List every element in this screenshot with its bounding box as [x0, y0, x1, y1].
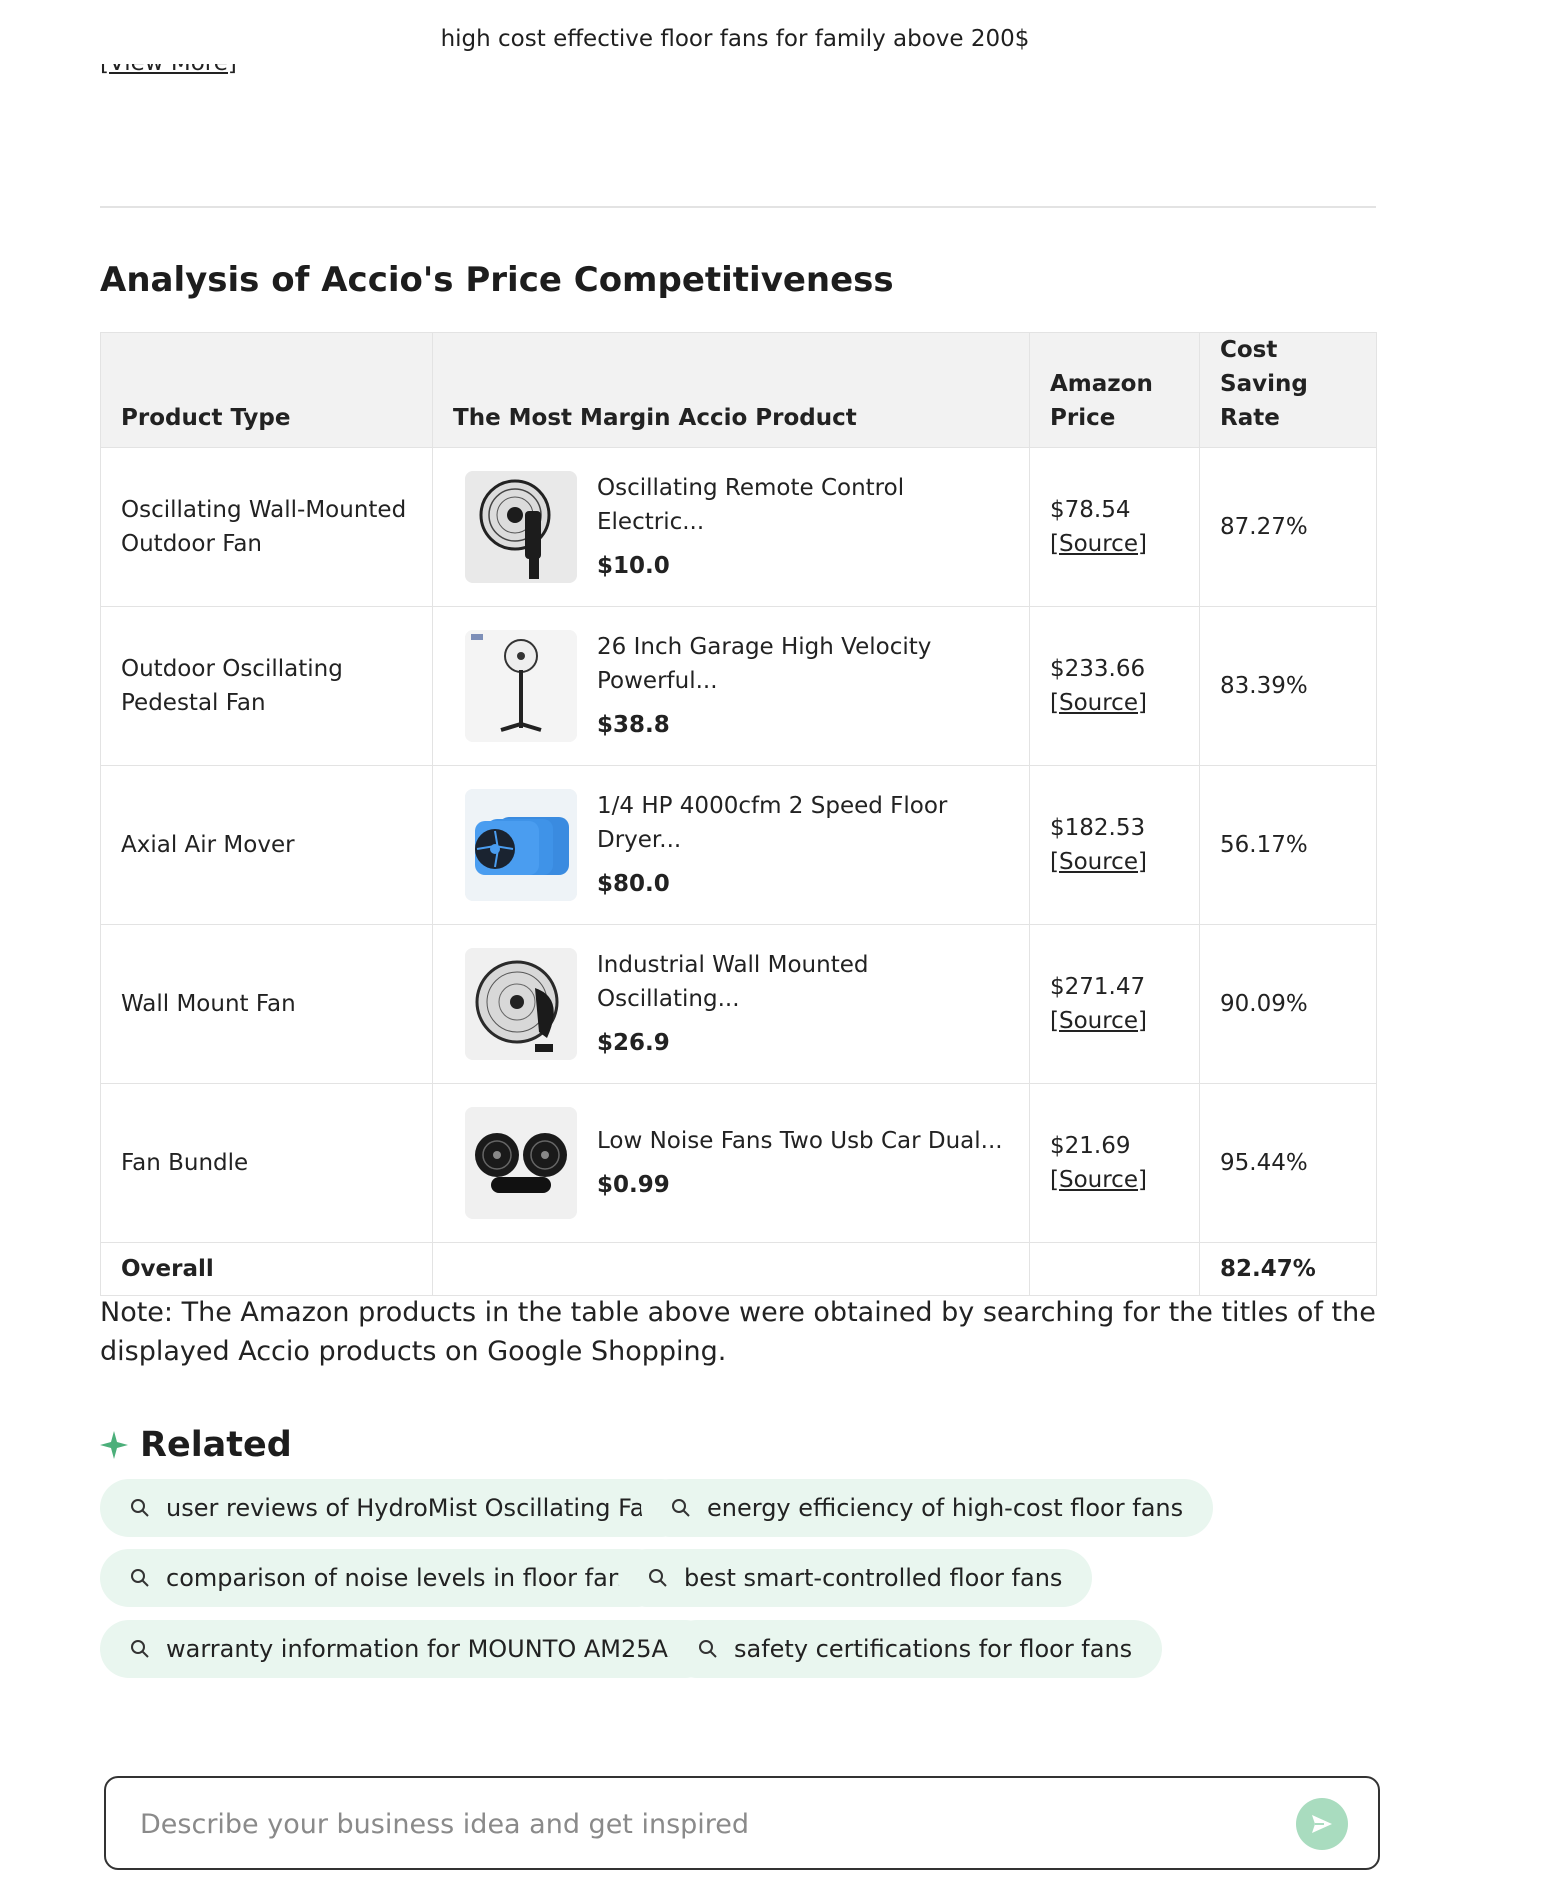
price-comparison-table: Product Type The Most Margin Accio Produ… [100, 332, 1377, 1296]
search-icon [699, 1640, 717, 1658]
saving-rate-cell: 95.44% [1199, 1083, 1377, 1243]
empty-cell [1029, 1242, 1200, 1296]
header-accio-product: The Most Margin Accio Product [432, 332, 1030, 448]
amazon-price-cell: $233.66 [Source] [1029, 606, 1200, 766]
product-name[interactable]: Low Noise Fans Two Usb Car Dual... [597, 1124, 1003, 1158]
related-header: Related [100, 1425, 292, 1465]
product-name[interactable]: Oscillating Remote Control Electric... [597, 471, 1009, 539]
related-chip-label: best smart-controlled floor fans [684, 1564, 1063, 1592]
table-row: Oscillating Wall-Mounted Outdoor Fan Osc… [100, 447, 1377, 607]
accio-product-cell: Industrial Wall Mounted Oscillating... $… [432, 924, 1030, 1084]
amazon-price-cell: $271.47 [Source] [1029, 924, 1200, 1084]
header-product-type: Product Type [100, 332, 433, 448]
amazon-price: $78.54 [1050, 497, 1131, 523]
search-icon [131, 1499, 149, 1517]
related-chip[interactable]: safety certifications for floor fans [668, 1620, 1163, 1678]
overall-rate: 82.47% [1199, 1242, 1377, 1296]
accio-product-cell: 26 Inch Garage High Velocity Powerful...… [432, 606, 1030, 766]
search-icon [649, 1569, 667, 1587]
send-button[interactable] [1296, 1798, 1348, 1850]
product-name[interactable]: 1/4 HP 4000cfm 2 Speed Floor Dryer... [597, 789, 1009, 857]
query-title: high cost effective floor fans for famil… [440, 26, 1030, 52]
wall-fan-image[interactable] [465, 471, 577, 583]
air-mover-image[interactable] [465, 789, 577, 901]
amazon-price: $233.66 [1050, 656, 1146, 682]
saving-rate-cell: 87.27% [1199, 447, 1377, 607]
related-title: Related [140, 1425, 292, 1465]
table-note: Note: The Amazon products in the table a… [100, 1297, 1376, 1367]
related-chip[interactable]: comparison of noise levels in floor fans [100, 1549, 666, 1607]
accio-product-cell: 1/4 HP 4000cfm 2 Speed Floor Dryer... $8… [432, 765, 1030, 925]
section-divider [100, 206, 1376, 208]
product-price: $10.0 [597, 553, 670, 579]
product-name[interactable]: 26 Inch Garage High Velocity Powerful... [597, 630, 1009, 698]
chat-input[interactable] [138, 1802, 1242, 1846]
amazon-price: $21.69 [1050, 1133, 1131, 1159]
pedestal-fan-image[interactable] [465, 630, 577, 742]
amazon-price: $182.53 [1050, 815, 1146, 841]
empty-cell [432, 1242, 1030, 1296]
amazon-price-cell: $21.69 [Source] [1029, 1083, 1200, 1243]
saving-rate-cell: 90.09% [1199, 924, 1377, 1084]
source-link[interactable]: [Source] [1050, 1008, 1147, 1034]
dual-car-fan-image[interactable] [465, 1107, 577, 1219]
related-chip[interactable]: warranty information for MOUNTO AM25AX [100, 1620, 715, 1678]
send-icon [1312, 1815, 1332, 1833]
amazon-price-cell: $182.53 [Source] [1029, 765, 1200, 925]
related-chip[interactable]: energy efficiency of high-cost floor fan… [641, 1479, 1214, 1537]
product-price: $0.99 [597, 1172, 670, 1198]
product-price: $80.0 [597, 871, 670, 897]
related-chip-label: user reviews of HydroMist Oscillating Fa… [166, 1494, 660, 1522]
section-title: Analysis of Accio's Price Competitivenes… [100, 260, 894, 300]
search-icon [131, 1569, 149, 1587]
industrial-wall-fan-image[interactable] [465, 948, 577, 1060]
table-row: Fan Bundle Low Noise Fans Two Usb Car Du… [100, 1083, 1377, 1243]
product-type-cell: Oscillating Wall-Mounted Outdoor Fan [100, 447, 433, 607]
sparkle-icon [100, 1431, 128, 1459]
source-link[interactable]: [Source] [1050, 1167, 1147, 1193]
product-price: $26.9 [597, 1030, 670, 1056]
product-type-cell: Axial Air Mover [100, 765, 433, 925]
related-chip-label: warranty information for MOUNTO AM25AX [166, 1635, 685, 1663]
related-chip-label: comparison of noise levels in floor fans [166, 1564, 636, 1592]
table-header-row: Product Type The Most Margin Accio Produ… [100, 332, 1377, 448]
search-icon [131, 1640, 149, 1658]
source-link[interactable]: [Source] [1050, 690, 1147, 716]
chat-box [104, 1776, 1380, 1870]
header-amazon-price: Amazon Price [1029, 332, 1200, 448]
amazon-price-cell: $78.54 [Source] [1029, 447, 1200, 607]
amazon-price: $271.47 [1050, 974, 1146, 1000]
table-row: Wall Mount Fan Industrial Wall Mounted O… [100, 924, 1377, 1084]
product-type-cell: Wall Mount Fan [100, 924, 433, 1084]
search-icon [672, 1499, 690, 1517]
product-price: $38.8 [597, 712, 670, 738]
related-chip[interactable]: best smart-controlled floor fans [618, 1549, 1093, 1607]
product-type-cell: Fan Bundle [100, 1083, 433, 1243]
accio-product-cell: Low Noise Fans Two Usb Car Dual... $0.99 [432, 1083, 1030, 1243]
source-link[interactable]: [Source] [1050, 849, 1147, 875]
related-chip-label: energy efficiency of high-cost floor fan… [707, 1494, 1184, 1522]
table-row: Axial Air Mover 1/4 HP 4000cfm 2 Speed F… [100, 765, 1377, 925]
header-saving-rate: Cost Saving Rate [1199, 332, 1377, 448]
saving-rate-cell: 83.39% [1199, 606, 1377, 766]
saving-rate-cell: 56.17% [1199, 765, 1377, 925]
product-type-cell: Outdoor Oscillating Pedestal Fan [100, 606, 433, 766]
source-link[interactable]: [Source] [1050, 531, 1147, 557]
product-name[interactable]: Industrial Wall Mounted Oscillating... [597, 948, 1009, 1016]
overall-row: Overall 82.47% [100, 1242, 1377, 1296]
related-chip-label: safety certifications for floor fans [734, 1635, 1133, 1663]
overall-label: Overall [100, 1242, 433, 1296]
table-row: Outdoor Oscillating Pedestal Fan 26 Inch… [100, 606, 1377, 766]
related-chip[interactable]: user reviews of HydroMist Oscillating Fa… [100, 1479, 690, 1537]
view-more-link[interactable]: [View More] [100, 64, 237, 90]
accio-product-cell: Oscillating Remote Control Electric... $… [432, 447, 1030, 607]
